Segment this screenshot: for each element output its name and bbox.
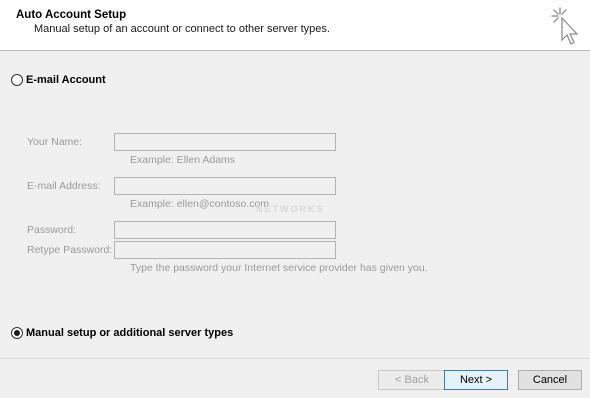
watermark-text: NETWORKS: [256, 204, 325, 214]
manual-setup-label: Manual setup or additional server types: [26, 327, 234, 339]
footer-divider: [0, 358, 590, 359]
wizard-title: Auto Account Setup: [16, 9, 127, 21]
wizard-cursor-icon: [551, 7, 579, 45]
retype-password-label: Retype Password:: [27, 244, 113, 256]
retype-password-input[interactable]: [114, 241, 336, 259]
email-account-label: E-mail Account: [26, 74, 106, 86]
cancel-button[interactable]: Cancel: [518, 370, 582, 390]
manual-setup-radio-circle[interactable]: [11, 327, 23, 339]
next-button[interactable]: Next >: [444, 370, 508, 390]
email-account-radio[interactable]: E-mail Account: [11, 74, 106, 86]
password-hint: Type the password your Internet service …: [130, 262, 428, 274]
email-account-radio-circle[interactable]: [11, 74, 23, 86]
email-address-example: Example: ellen@contoso.com: [130, 198, 270, 210]
password-input[interactable]: [114, 221, 336, 239]
email-address-label: E-mail Address:: [27, 180, 101, 192]
watermark-logo: NETWORKS: [256, 178, 325, 214]
back-button[interactable]: < Back: [378, 370, 446, 390]
manual-setup-radio[interactable]: Manual setup or additional server types: [11, 327, 233, 339]
wizard-subtitle: Manual setup of an account or connect to…: [34, 23, 330, 35]
password-label: Password:: [27, 224, 77, 236]
your-name-input[interactable]: [114, 133, 336, 151]
wizard-header: Auto Account Setup Manual setup of an ac…: [0, 0, 590, 51]
your-name-example: Example: Ellen Adams: [130, 154, 236, 166]
your-name-label: Your Name:: [27, 136, 83, 148]
